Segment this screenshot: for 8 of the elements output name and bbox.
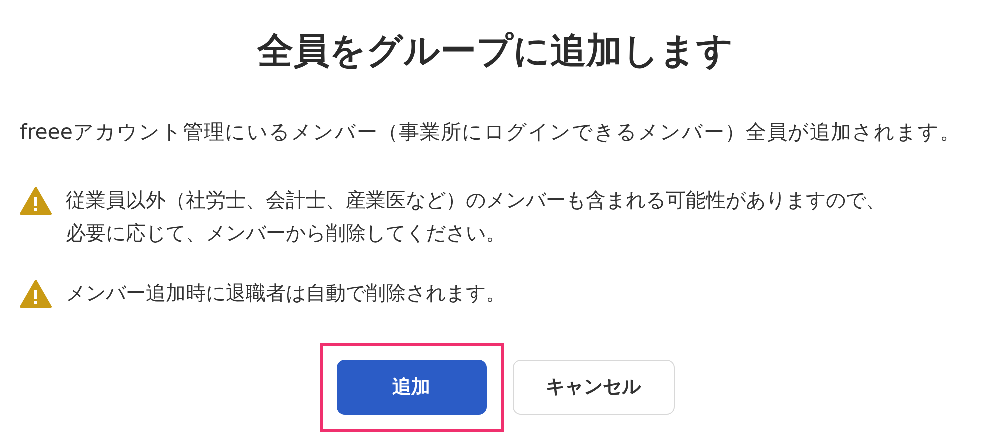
description-text: freeeアカウント管理にいるメンバー（事業所にログインできるメンバー）全員が追加されます。 (20, 119, 962, 146)
warning-text: メンバー追加時に退職者は自動で削除されます。 (66, 280, 506, 307)
cancel-button[interactable]: キャンセル (512, 360, 674, 415)
warning-icon (20, 186, 52, 215)
dialog-title: 全員をグループに追加します (256, 30, 734, 74)
add-button[interactable]: 追加 (336, 360, 486, 415)
warning-text: 従業員以外（社労士、会計士、産業医など）のメンバーも含まれる可能性がありますので、必要に応じて、メンバーから削除してください。 (66, 186, 887, 247)
warning-icon (20, 280, 52, 308)
